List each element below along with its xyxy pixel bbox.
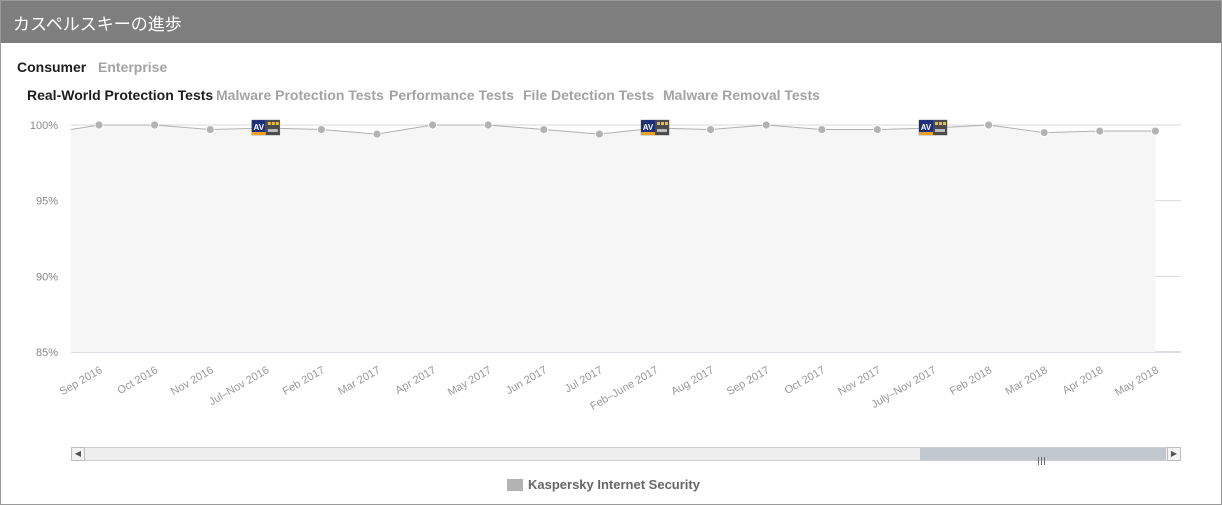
- y-tick-label: 100%: [30, 120, 58, 132]
- tab-performance[interactable]: Performance Tests: [389, 87, 514, 103]
- y-tick-label: 85%: [36, 347, 58, 359]
- award-badge-icon[interactable]: AV: [251, 119, 281, 136]
- grip-icon: [1038, 450, 1047, 465]
- svg-text:AV: AV: [643, 123, 654, 132]
- data-point: [483, 120, 493, 130]
- x-tick-label: Nov 2016: [169, 364, 216, 398]
- x-tick-label: Feb 2018: [948, 364, 994, 398]
- data-point: [316, 125, 326, 134]
- data-point: [873, 125, 882, 134]
- x-tick-label: Sep 2016: [58, 364, 105, 398]
- x-tick-label: Oct 2017: [783, 364, 828, 397]
- data-point: [1095, 126, 1105, 136]
- segment-enterprise[interactable]: Enterprise: [98, 59, 167, 75]
- x-tick-label: Oct 2016: [115, 364, 160, 397]
- tab-real-world-protection[interactable]: Real-World Protection Tests: [27, 87, 213, 103]
- y-tick-label: 90%: [36, 271, 58, 283]
- svg-text:AV: AV: [921, 123, 932, 132]
- x-tick-label: Apr 2018: [1061, 364, 1106, 397]
- award-badge-icon[interactable]: AV: [918, 119, 948, 136]
- y-tick-label: 95%: [36, 196, 58, 208]
- tab-malware-removal[interactable]: Malware Removal Tests: [663, 87, 820, 103]
- widget-title: カスペルスキーの進歩: [13, 15, 182, 35]
- x-tick-label: Jul 2017: [563, 364, 605, 395]
- data-point: [706, 125, 715, 134]
- x-tick-label: Nov 2017: [836, 364, 883, 398]
- data-point: [1151, 126, 1160, 136]
- x-tick-label: Mar 2018: [1003, 364, 1049, 398]
- progress-widget: カスペルスキーの進歩 Consumer Enterprise Real-Worl…: [0, 0, 1222, 505]
- scroll-left-button[interactable]: ◀: [71, 447, 85, 461]
- scroll-right-button[interactable]: ▶: [1167, 447, 1181, 461]
- data-point: [1039, 128, 1049, 137]
- data-point: [761, 120, 771, 130]
- x-tick-label: Feb 2017: [281, 364, 327, 398]
- x-tick-label: Jun 2017: [504, 364, 549, 397]
- data-point: [984, 120, 993, 130]
- tab-file-detection[interactable]: File Detection Tests: [523, 87, 654, 103]
- award-badge-icon[interactable]: AV: [640, 119, 670, 136]
- data-point: [428, 120, 438, 130]
- segment-consumer[interactable]: Consumer: [17, 59, 86, 75]
- chart-scrollbar[interactable]: ◀ ▶: [71, 447, 1181, 465]
- x-tick-label: Sep 2017: [725, 364, 772, 398]
- data-point: [150, 120, 160, 130]
- data-point: [94, 120, 104, 130]
- x-tick-label: May 2017: [446, 364, 494, 399]
- series-area: [71, 125, 1156, 352]
- legend-swatch: [507, 478, 523, 491]
- x-tick-label: May 2018: [1113, 364, 1161, 399]
- x-tick-label: Apr 2017: [393, 364, 438, 397]
- x-tick-label: Mar 2017: [336, 364, 382, 398]
- legend-label: Kaspersky Internet Security: [528, 477, 700, 492]
- line-chart: 100% 95% 90% 85% AV AV AV Sep 2016 Oct 2016 Nov 2…: [30, 119, 1181, 413]
- scrollbar-thumb[interactable]: [920, 448, 1166, 465]
- data-point: [817, 125, 827, 134]
- tab-malware-protection[interactable]: Malware Protection Tests: [216, 87, 384, 103]
- data-point: [205, 125, 215, 134]
- chart-legend-item[interactable]: Kaspersky Internet Security: [507, 477, 700, 492]
- data-point: [595, 129, 604, 139]
- widget-header: カスペルスキーの進歩: [1, 1, 1221, 43]
- data-point: [372, 129, 382, 139]
- data-point: [539, 125, 549, 134]
- svg-text:AV: AV: [254, 123, 265, 132]
- x-tick-label: Jul–Nov 2016: [207, 364, 271, 408]
- x-tick-label: Aug 2017: [669, 364, 716, 398]
